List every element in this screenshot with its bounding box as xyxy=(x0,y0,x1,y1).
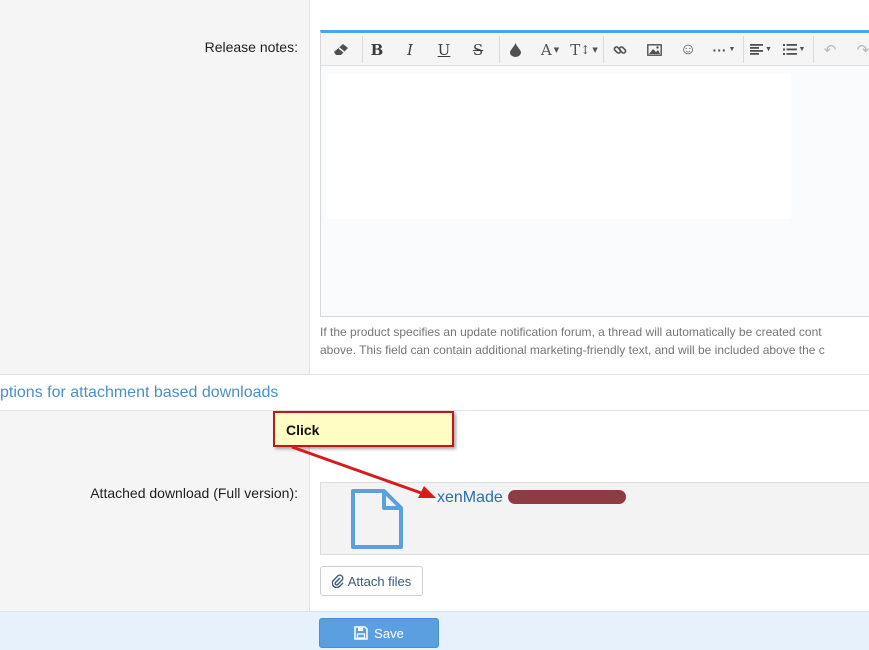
attachment-options-section: ptions for attachment based downloads xyxy=(0,374,869,411)
attachment-box: xenMade xyxy=(320,482,869,555)
hint-line-1: If the product specifies an update notif… xyxy=(320,325,822,339)
smilies-button[interactable]: ☺ xyxy=(676,33,700,66)
hint-line-2: above. This field can contain additional… xyxy=(320,343,825,357)
more-options-button[interactable]: ··· ▼ xyxy=(708,33,740,66)
paperclip-icon xyxy=(331,574,344,588)
redo-button[interactable]: ↷ xyxy=(851,33,869,66)
file-icon xyxy=(351,489,403,549)
editor-toolbar: B I U S A ▼ T ↕ ▼ ☺ ··· ▼ ▼ ▼ ↶ ↷ xyxy=(321,33,869,66)
section-title[interactable]: ptions for attachment based downloads xyxy=(0,384,278,402)
italic-button[interactable]: I xyxy=(398,33,422,66)
redaction-mark xyxy=(508,490,626,504)
font-family-button[interactable]: A ▼ xyxy=(534,33,566,66)
align-left-icon xyxy=(750,44,764,55)
annotation-callout: Click xyxy=(273,411,454,447)
label-column-bottom: Attached download (Full version): xyxy=(0,411,310,611)
strikethrough-button[interactable]: S xyxy=(466,33,490,66)
chevron-down-icon: ▼ xyxy=(765,46,772,53)
underline-button[interactable]: U xyxy=(432,33,456,66)
eraser-icon xyxy=(333,44,348,55)
chevron-down-icon: ▼ xyxy=(553,45,560,54)
bold-button[interactable]: B xyxy=(365,33,389,66)
clear-formatting-button[interactable] xyxy=(329,33,353,66)
attached-download-label: Attached download (Full version): xyxy=(90,485,298,501)
chevron-down-icon: ▼ xyxy=(728,46,736,53)
image-icon xyxy=(646,43,662,56)
form-footer: Save xyxy=(0,611,869,650)
droplet-icon xyxy=(509,42,521,57)
attach-files-button[interactable]: Attach files xyxy=(320,566,423,596)
release-notes-hint: If the product specifies an update notif… xyxy=(320,323,869,359)
font-size-button[interactable]: T ↕ ▼ xyxy=(568,33,600,66)
link-icon xyxy=(613,45,627,54)
chevron-down-icon: ▼ xyxy=(592,45,598,54)
save-button[interactable]: Save xyxy=(319,618,439,648)
release-notes-label: Release notes: xyxy=(204,39,298,55)
font-size-label: T xyxy=(570,40,581,59)
font-family-label: A xyxy=(540,40,552,59)
undo-button[interactable]: ↶ xyxy=(818,33,842,66)
align-button[interactable]: ▼ xyxy=(746,33,776,66)
save-label: Save xyxy=(374,625,404,641)
list-button[interactable]: ▼ xyxy=(779,33,809,66)
chevron-down-icon: ▼ xyxy=(798,46,806,53)
editor-content-area[interactable] xyxy=(327,74,791,219)
release-notes-editor[interactable]: B I U S A ▼ T ↕ ▼ ☺ ··· ▼ ▼ ▼ ↶ ↷ xyxy=(320,30,869,317)
attach-files-label: Attach files xyxy=(347,573,412,589)
image-button[interactable] xyxy=(642,33,666,66)
label-column-top: Release notes: xyxy=(0,0,310,374)
size-arrows-icon: ↕ xyxy=(580,42,591,57)
link-button[interactable] xyxy=(608,33,632,66)
text-color-button[interactable] xyxy=(503,33,527,66)
more-label: ··· xyxy=(712,41,727,58)
list-icon xyxy=(782,44,797,55)
callout-text: Click xyxy=(286,422,320,438)
attached-file-link[interactable]: xenMade xyxy=(437,489,503,507)
save-icon xyxy=(354,626,368,640)
